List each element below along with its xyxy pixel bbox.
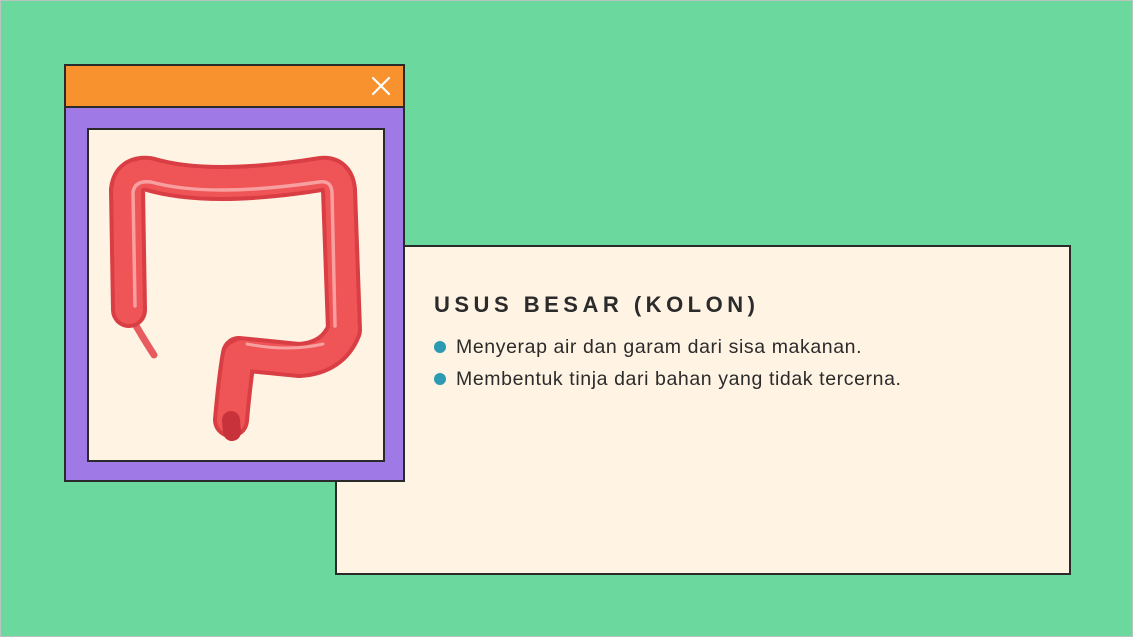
bullet-text: Membentuk tinja dari bahan yang tidak te… (456, 367, 902, 390)
close-button[interactable] (367, 72, 395, 100)
close-icon (371, 76, 391, 96)
illustration-frame (87, 128, 385, 462)
bullet-dot-icon (434, 341, 446, 353)
slide-title: USUS BESAR (KOLON) (434, 292, 760, 317)
bullet-item: Membentuk tinja dari bahan yang tidak te… (434, 363, 902, 395)
bullet-dot-icon (434, 373, 446, 385)
bullet-text: Menyerap air dan garam dari sisa makanan… (456, 335, 863, 358)
window-titlebar (66, 66, 403, 108)
bullet-item: Menyerap air dan garam dari sisa makanan… (434, 331, 902, 363)
image-window (64, 64, 405, 482)
large-intestine-illustration (109, 155, 362, 441)
bullet-list: Menyerap air dan garam dari sisa makanan… (434, 331, 902, 395)
slide-background: USUS BESAR (KOLON) Menyerap air dan gara… (0, 0, 1133, 637)
